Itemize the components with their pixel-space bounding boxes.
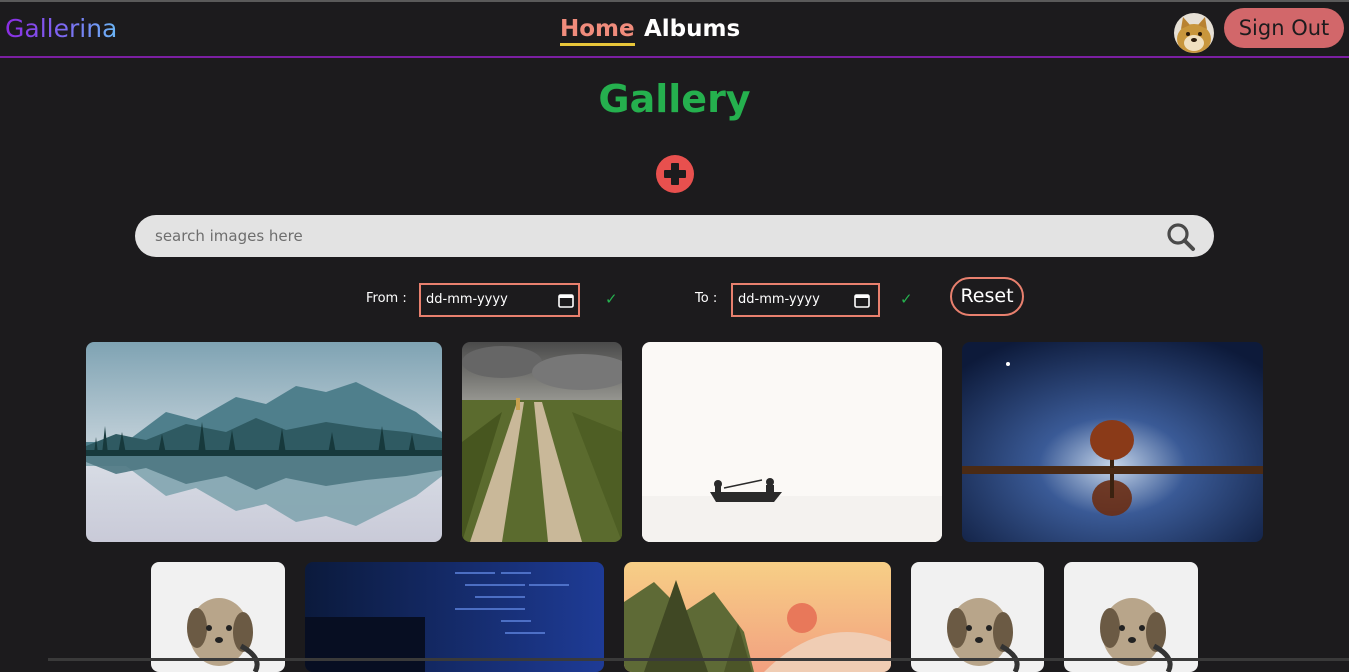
search-input[interactable]	[155, 215, 1155, 257]
gallery-image-dog-2[interactable]	[911, 562, 1044, 672]
reset-button[interactable]: Reset	[950, 277, 1024, 316]
sign-out-button[interactable]: Sign Out	[1224, 8, 1344, 48]
to-label: To :	[695, 291, 718, 306]
calendar-icon[interactable]	[558, 293, 574, 308]
gallery-image-tree-night[interactable]	[962, 342, 1263, 542]
app-logo[interactable]: Gallerina	[5, 14, 117, 43]
search-icon[interactable]	[1166, 222, 1196, 252]
gallery-image-dog-1[interactable]	[151, 562, 285, 672]
gallery-image-dog-3[interactable]	[1064, 562, 1198, 672]
navbar: Gallerina Home Albums Sign Out	[0, 2, 1349, 58]
to-date-input[interactable]: dd-mm-yyyy	[731, 283, 880, 317]
to-valid-check-icon: ✓	[900, 290, 913, 308]
from-valid-check-icon: ✓	[605, 290, 618, 308]
nav-albums-link[interactable]: Albums	[644, 17, 740, 42]
calendar-icon[interactable]	[854, 293, 870, 308]
from-date-input[interactable]: dd-mm-yyyy	[419, 283, 580, 317]
from-label: From :	[366, 291, 407, 306]
gallery-image-mountain-lake[interactable]	[86, 342, 442, 542]
search-bar	[135, 215, 1214, 257]
gallery-image-sunset-mountains[interactable]	[624, 562, 891, 672]
from-date-value: dd-mm-yyyy	[426, 292, 508, 307]
add-image-button[interactable]	[656, 155, 694, 193]
to-date-value: dd-mm-yyyy	[738, 292, 820, 307]
gallery-image-dirt-road[interactable]	[462, 342, 622, 542]
gallery-image-code-screen[interactable]	[305, 562, 604, 672]
gallery-image-boat[interactable]	[642, 342, 942, 542]
page-title: Gallery	[598, 77, 751, 121]
nav-home-link[interactable]: Home	[560, 17, 635, 46]
avatar[interactable]	[1174, 13, 1214, 53]
